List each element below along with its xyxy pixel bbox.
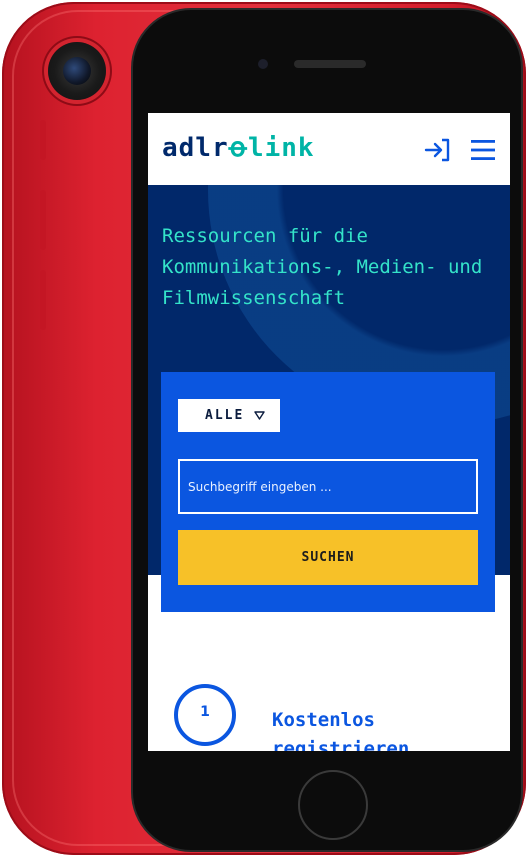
step-number: 1 [200,704,210,720]
hero-title: Ressourcen für die Kommunikations-, Medi… [162,225,483,309]
login-icon[interactable] [424,137,452,163]
menu-icon[interactable] [468,136,498,164]
logo-link-mark-icon: ꝋ [228,133,248,163]
logo-text-adlr: adlr [162,133,229,163]
home-button[interactable] [298,770,368,840]
camera-lens-icon [63,57,91,85]
search-button[interactable]: SUCHEN [178,530,478,585]
site-header: adlrꝋlink [148,113,510,185]
silent-switch [40,120,46,160]
step-title: Kostenlos registrieren [272,709,410,751]
volume-up-button [40,190,46,250]
logo[interactable]: adlrꝋlink [162,133,315,163]
earpiece-speaker [294,60,366,68]
search-scope-select[interactable]: ALLE [178,399,280,432]
search-panel: ALLE SUCHEN [161,372,495,612]
search-input[interactable] [178,459,478,514]
search-scope-label: ALLE [205,408,245,423]
phone-screen: adlrꝋlink Ressourcen für die Kommunikati… [148,113,510,751]
volume-down-button [40,270,46,330]
step-number-badge: 1 [174,684,236,746]
logo-text-link: link [247,133,315,163]
chevron-down-icon [254,411,265,420]
front-camera [258,59,268,69]
